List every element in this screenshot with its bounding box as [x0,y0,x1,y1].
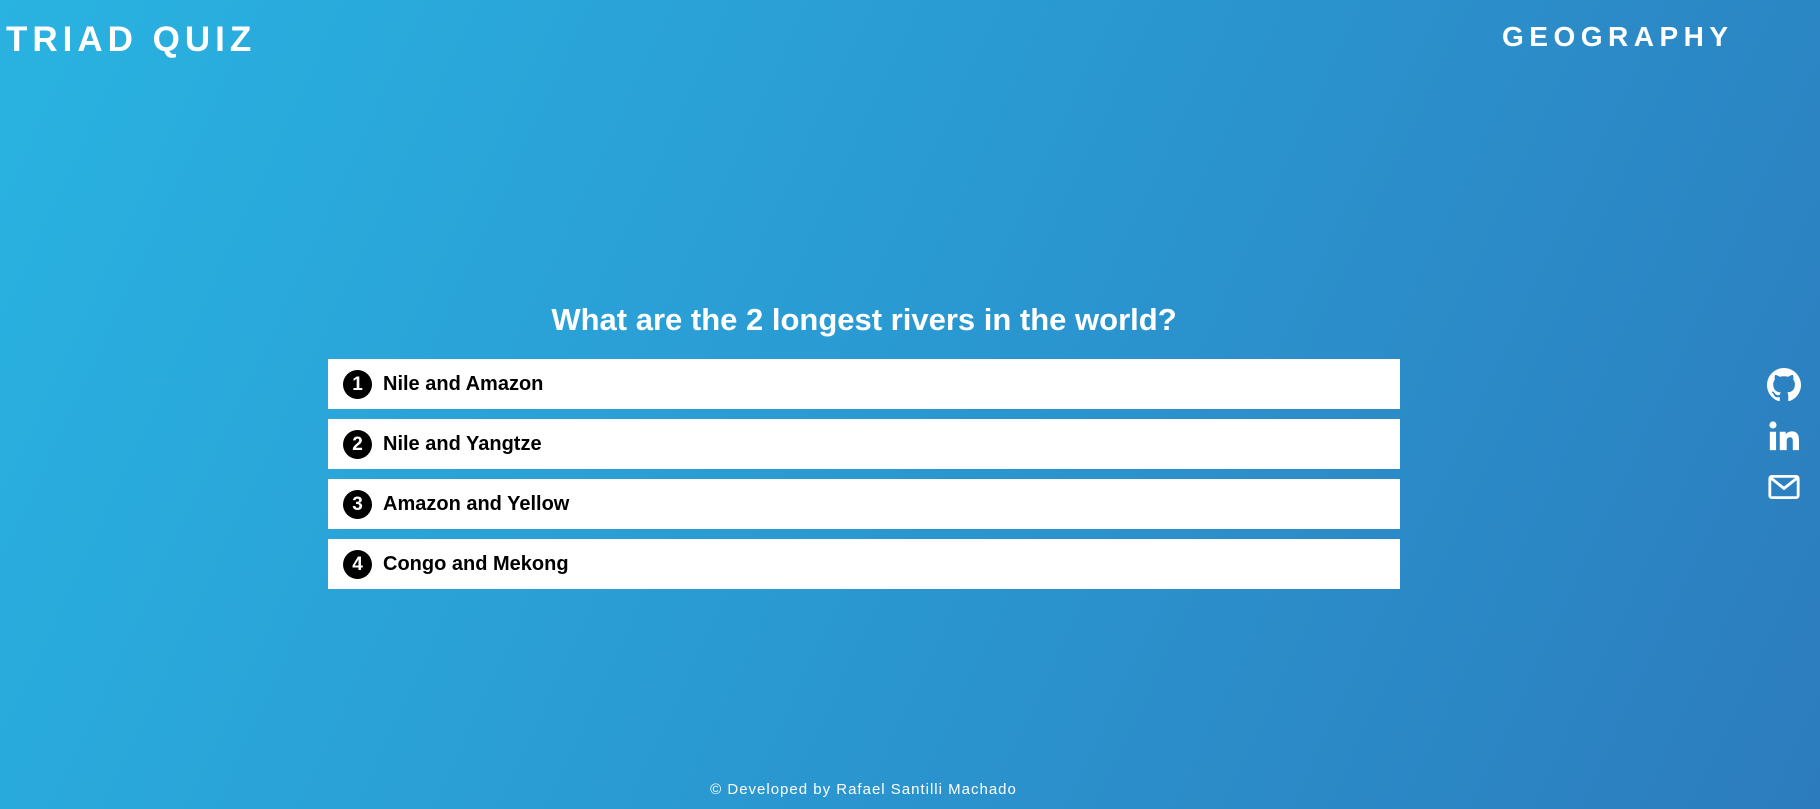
linkedin-icon [1769,421,1800,451]
option-number-badge: 2 [343,429,372,459]
option-number-badge: 4 [343,549,372,579]
answer-option-4[interactable]: 4 Congo and Mekong [328,539,1400,589]
option-number-badge: 1 [343,369,372,399]
option-label: Nile and Yangtze [383,432,542,455]
answer-option-3[interactable]: 3 Amazon and Yellow [328,479,1400,529]
option-label: Nile and Amazon [383,372,544,395]
mail-icon [1768,474,1800,500]
option-number-badge: 3 [343,489,372,519]
github-link[interactable] [1767,368,1801,402]
category-title: GEOGRAPHY [1502,21,1734,52]
answer-option-2[interactable]: 2 Nile and Yangtze [328,419,1400,469]
answer-option-1[interactable]: 1 Nile and Amazon [328,359,1400,409]
mail-link[interactable] [1767,470,1801,504]
linkedin-link[interactable] [1767,419,1801,453]
footer-credit: © Developed by Rafael Santilli Machado [710,781,1017,798]
option-label: Congo and Mekong [383,552,569,575]
option-label: Amazon and Yellow [383,492,570,515]
question-text: What are the 2 longest rivers in the wor… [551,302,1177,337]
brand-title[interactable]: TRIAD QUIZ [6,20,256,60]
github-icon [1767,368,1801,402]
answer-options: 1 Nile and Amazon 2 Nile and Yangtze 3 A… [328,359,1400,599]
social-links [1767,368,1801,521]
